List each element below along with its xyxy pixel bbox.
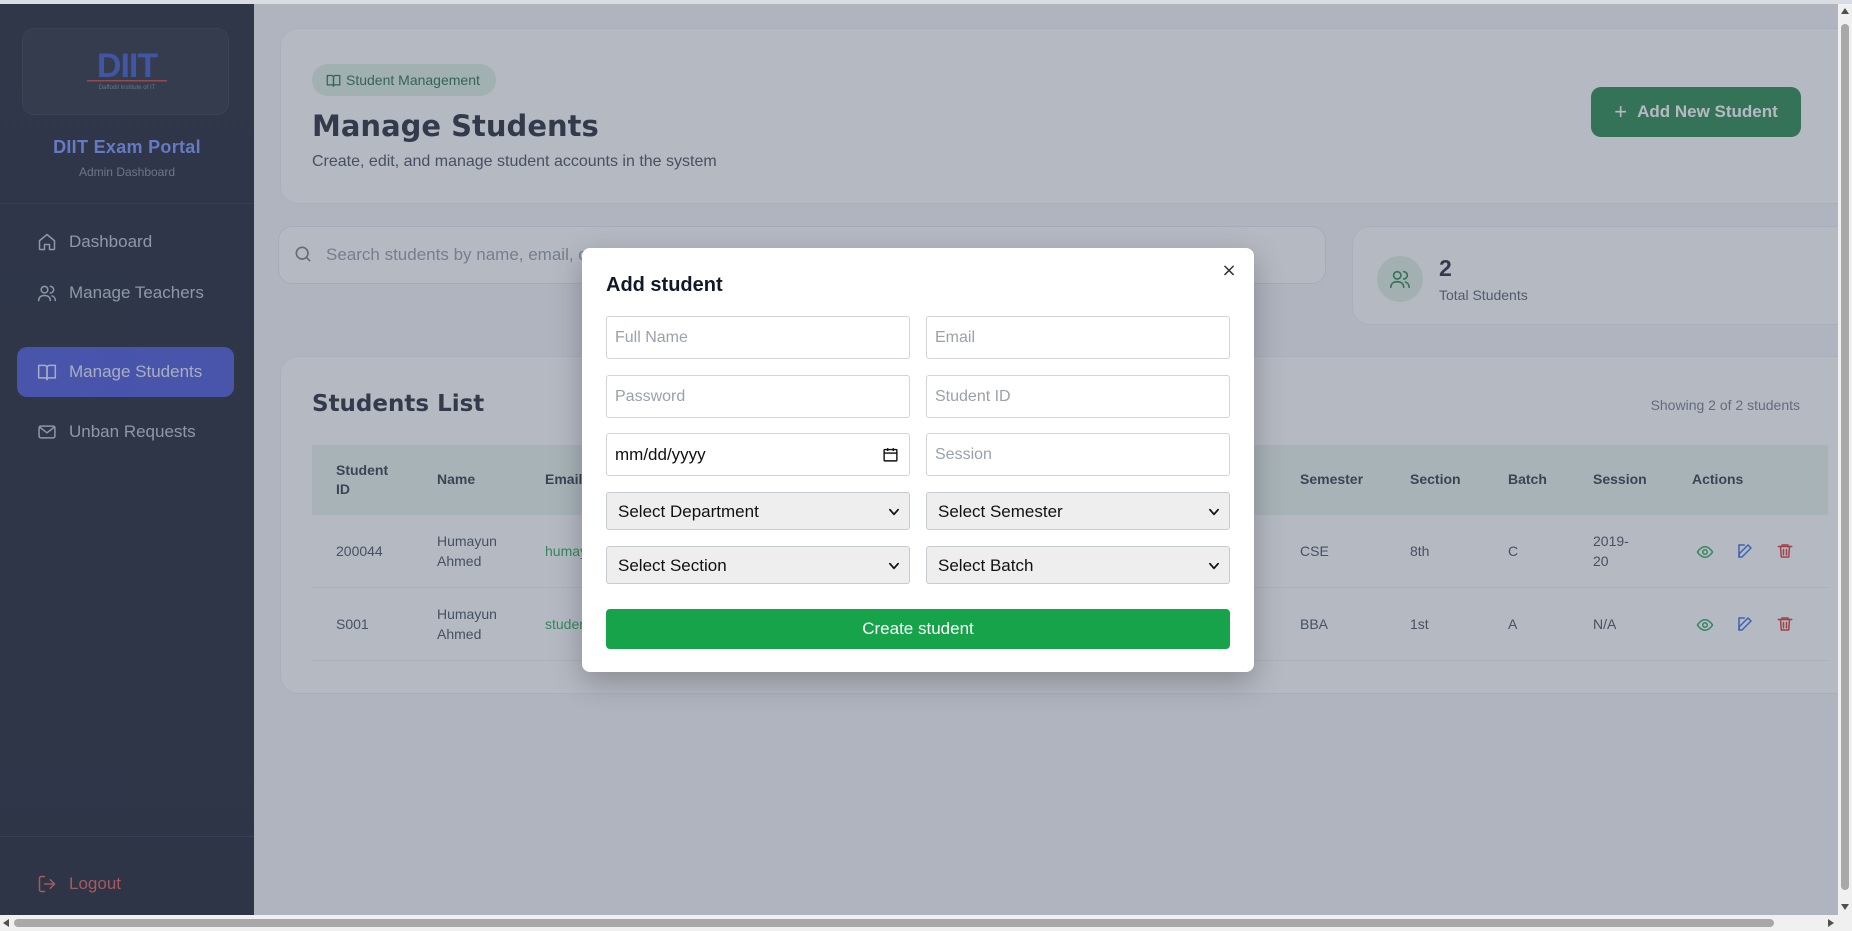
chevron-down-icon: [1209, 508, 1219, 516]
vertical-scroll-thumb[interactable]: [1841, 24, 1849, 890]
date-placeholder: mm/dd/yyyy: [615, 445, 706, 464]
calendar-icon[interactable]: [882, 446, 899, 463]
scroll-left-arrow-icon[interactable]: [3, 919, 9, 927]
semester-select[interactable]: Select Semester: [926, 492, 1230, 530]
modal-title: Add student: [606, 274, 723, 296]
section-select[interactable]: Select Section: [606, 546, 910, 584]
email-field[interactable]: [926, 316, 1230, 359]
full-name-field[interactable]: [606, 316, 910, 359]
chevron-down-icon: [889, 562, 899, 570]
scroll-down-arrow-icon[interactable]: [1841, 904, 1849, 910]
chevron-down-icon: [889, 508, 899, 516]
department-select[interactable]: Select Department: [606, 492, 910, 530]
add-student-modal: Add student × mm/dd/yyyy Select Departme…: [582, 248, 1254, 672]
chevron-down-icon: [1209, 562, 1219, 570]
batch-select[interactable]: Select Batch: [926, 546, 1230, 584]
semester-select-value: Select Semester: [938, 502, 1063, 521]
create-student-button[interactable]: Create student: [606, 609, 1230, 649]
horizontal-scroll-thumb[interactable]: [14, 919, 1774, 927]
batch-select-value: Select Batch: [938, 556, 1034, 575]
department-select-value: Select Department: [618, 502, 759, 521]
close-icon[interactable]: ×: [1218, 260, 1240, 282]
section-select-value: Select Section: [618, 556, 727, 575]
scroll-right-arrow-icon[interactable]: [1828, 919, 1834, 927]
password-field[interactable]: [606, 375, 910, 418]
date-of-birth-field[interactable]: mm/dd/yyyy: [606, 433, 910, 476]
student-id-field[interactable]: [926, 375, 1230, 418]
browser-viewport: DIIT Daffodil Institute of IT DIIT Exam …: [0, 0, 1852, 931]
session-field[interactable]: [926, 433, 1230, 476]
horizontal-scrollbar[interactable]: [0, 915, 1852, 931]
vertical-scrollbar[interactable]: [1838, 4, 1852, 915]
scroll-up-arrow-icon[interactable]: [1841, 8, 1849, 14]
